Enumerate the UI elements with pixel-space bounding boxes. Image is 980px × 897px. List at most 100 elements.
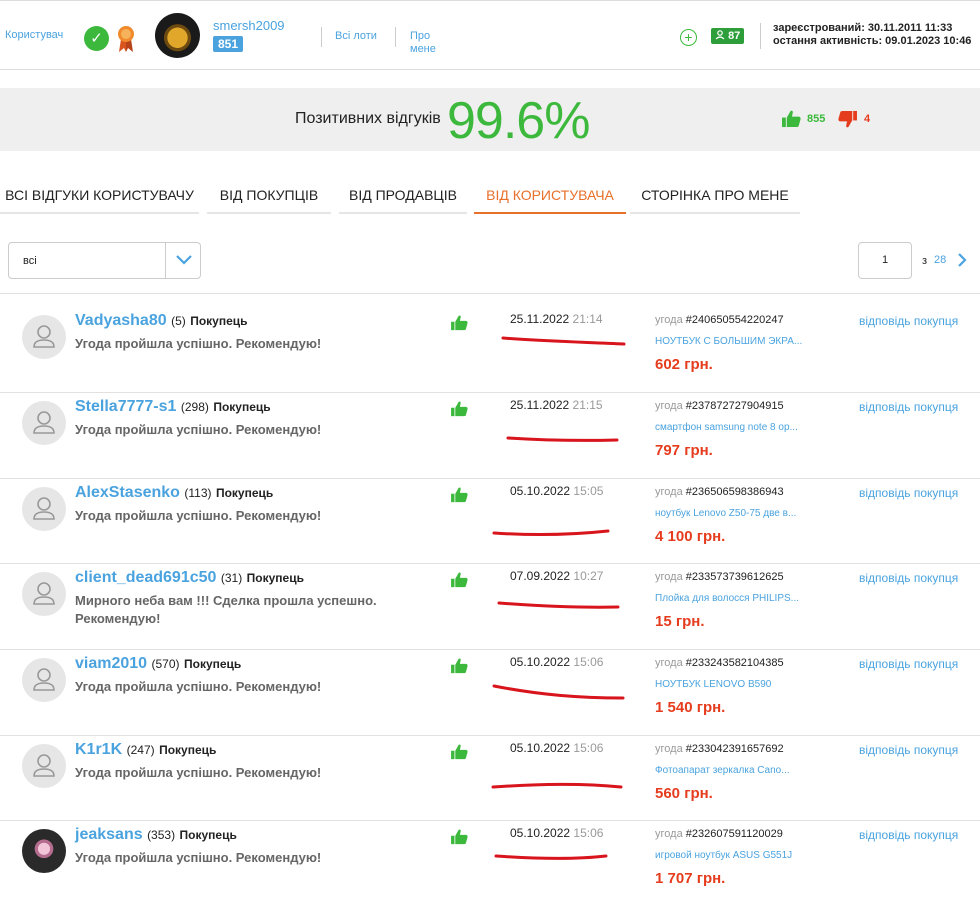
tab-from-sellers[interactable]: ВІД ПРОДАВЦІВ — [339, 176, 467, 214]
deal-id: угода #233243582104385 — [655, 657, 784, 669]
tab-all-reviews[interactable]: ВСІ ВІДГУКИ КОРИСТУВАЧУ — [0, 176, 199, 214]
review-author-link[interactable]: viam2010 — [75, 655, 147, 672]
user-icon — [33, 411, 55, 434]
about-link-line1: Про — [410, 30, 431, 42]
deal-id-value: #233243582104385 — [685, 657, 784, 669]
review-date: 05.10.2022 15:06 — [510, 655, 603, 669]
negative-count: 4 — [864, 113, 871, 125]
item-link[interactable]: игровой ноутбук ASUS G551J — [655, 850, 792, 861]
item-link[interactable]: ноутбук Lenovo Z50-75 две в... — [655, 508, 796, 519]
review-row: jeaksans (353) Покупець Угода пройшла усп… — [0, 801, 980, 887]
reply-link[interactable]: відповідь покупця — [859, 314, 958, 328]
avatar[interactable] — [22, 572, 66, 616]
item-link[interactable]: смартфон samsung note 8 ор... — [655, 422, 798, 433]
review-author-count: (5) — [171, 314, 186, 328]
review-author-link[interactable]: Vadyasha80 — [75, 312, 167, 329]
filter-value: всі — [23, 255, 37, 267]
item-link[interactable]: Фотоапарат зеркалка Cano... — [655, 765, 790, 776]
deal-id-value: #240650554220247 — [685, 314, 784, 326]
page-of-label: з — [922, 255, 928, 267]
tab-about-me[interactable]: СТОРІНКА ПРО МЕНЕ — [630, 176, 800, 214]
username-link[interactable]: smersh2009 — [213, 18, 285, 33]
positive-count: 855 — [807, 113, 826, 125]
review-date-value: 25.11.2022 — [510, 398, 570, 412]
avatar[interactable] — [155, 13, 200, 58]
item-link[interactable]: НОУТБУК LENOVO B590 — [655, 679, 771, 690]
review-author-link[interactable]: jeaksans — [75, 826, 143, 843]
profile-header: Користувач ✓ smersh2009 851 Всі лоти Про… — [0, 0, 980, 70]
reply-link[interactable]: відповідь покупця — [859, 571, 958, 585]
review-author-link[interactable]: K1r1K — [75, 741, 122, 758]
review-date: 25.11.2022 21:14 — [510, 312, 603, 326]
review-date: 25.11.2022 21:15 — [510, 398, 603, 412]
review-date: 05.10.2022 15:06 — [510, 741, 603, 755]
user-icon — [715, 30, 725, 40]
about-me-link[interactable]: Про мене — [410, 30, 436, 56]
review-row: AlexStasenko (113) Покупець Угода пройшла… — [0, 459, 980, 545]
avatar[interactable] — [22, 744, 66, 788]
deal-label: угода — [655, 314, 683, 326]
review-time: 10:27 — [573, 569, 604, 583]
avatar[interactable] — [22, 401, 66, 445]
tab-from-buyers[interactable]: ВІД ПОКУПЦІВ — [207, 176, 331, 214]
thumbs-down-icon[interactable] — [838, 110, 857, 128]
review-author-link[interactable]: client_dead691c50 — [75, 569, 216, 586]
deal-id: угода #233573739612625 — [655, 571, 784, 583]
thumbs-up-icon — [451, 315, 468, 336]
divider — [0, 478, 980, 479]
review-author-count: (247) — [126, 743, 155, 757]
divider — [0, 735, 980, 736]
review-date-value: 05.10.2022 — [510, 655, 571, 669]
registered-date: зареєстрований: 30.11.2011 11:33 — [773, 22, 953, 34]
review-text: Угода пройшла успішно. Рекомендую! — [75, 336, 322, 351]
plus-icon[interactable]: + — [680, 29, 697, 46]
review-author-count: (113) — [184, 486, 212, 500]
deal-id-value: #233042391657692 — [685, 743, 784, 755]
divider — [165, 243, 166, 278]
review-author: K1r1K (247) Покупець — [75, 741, 216, 759]
review-author-link[interactable]: AlexStasenko — [75, 484, 180, 501]
avatar[interactable] — [22, 829, 66, 873]
reply-link[interactable]: відповідь покупця — [859, 486, 958, 500]
item-link[interactable]: Плойка для волосся PHILIPS... — [655, 593, 799, 604]
deal-id-value: #232607591120029 — [685, 828, 783, 840]
all-lots-link[interactable]: Всі лоти — [335, 30, 377, 43]
reply-link[interactable]: відповідь покупця — [859, 657, 958, 671]
reply-link[interactable]: відповідь покупця — [859, 400, 958, 414]
review-author: jeaksans (353) Покупець — [75, 826, 237, 844]
review-author-count: (353) — [147, 828, 176, 842]
page-number-input[interactable]: 1 — [858, 242, 912, 279]
page-total-link[interactable]: 28 — [934, 254, 946, 266]
item-link[interactable]: НОУТБУК С БОЛЬШИМ ЭКРА... — [655, 336, 802, 347]
deal-id-value: #233573739612625 — [685, 571, 784, 583]
review-time: 15:06 — [573, 741, 604, 755]
review-author-count: (31) — [220, 571, 243, 585]
review-time: 15:06 — [573, 655, 604, 669]
review-date-value: 07.09.2022 — [510, 569, 571, 583]
thumbs-up-icon — [451, 572, 468, 593]
user-label: Користувач — [5, 29, 64, 41]
divider — [321, 27, 322, 47]
deal-label: угода — [655, 828, 683, 840]
reply-link[interactable]: відповідь покупця — [859, 743, 958, 757]
thumbs-up-icon[interactable] — [782, 110, 801, 128]
user-icon — [33, 668, 55, 691]
review-author-role: Покупець — [159, 743, 217, 757]
chevron-right-icon[interactable] — [956, 252, 968, 268]
avatar[interactable] — [22, 315, 66, 359]
avatar[interactable] — [22, 658, 66, 702]
chevron-down-icon[interactable] — [175, 253, 193, 267]
avatar[interactable] — [22, 487, 66, 531]
user-icon — [33, 497, 55, 520]
review-author-count: (570) — [151, 657, 180, 671]
divider — [0, 392, 980, 393]
review-date: 07.09.2022 10:27 — [510, 569, 603, 583]
tab-from-user[interactable]: ВІД КОРИСТУВАЧА — [474, 176, 626, 214]
reply-link[interactable]: відповідь покупця — [859, 828, 958, 842]
review-author-link[interactable]: Stella7777-s1 — [75, 398, 176, 415]
deal-label: угода — [655, 571, 683, 583]
item-price: 1 540 грн. — [655, 699, 726, 716]
filter-dropdown[interactable]: всі — [8, 242, 201, 279]
deal-label: угода — [655, 657, 683, 669]
review-text: Угода пройшла успішно. Рекомендую! — [75, 508, 322, 523]
